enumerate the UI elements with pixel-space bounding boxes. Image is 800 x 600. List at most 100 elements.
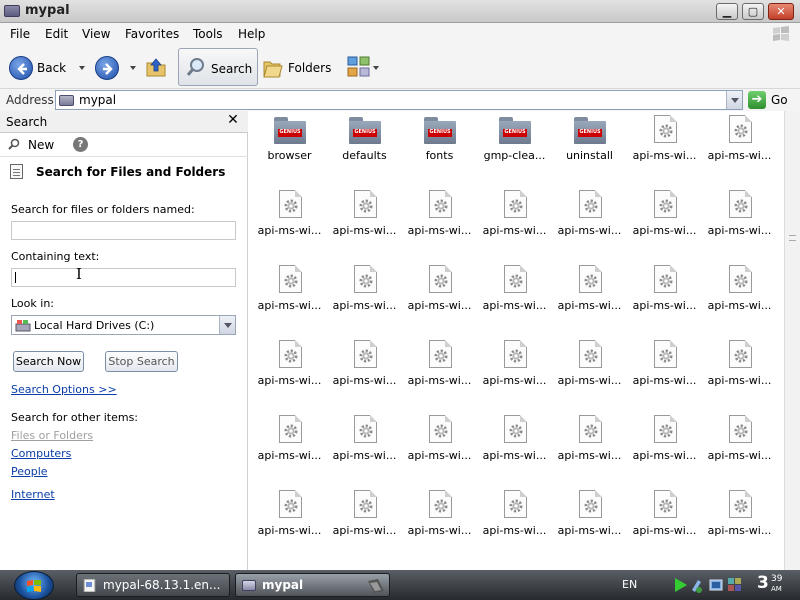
- named-input[interactable]: [11, 221, 236, 240]
- file-item[interactable]: api-ms-wi...: [552, 486, 627, 556]
- dll-file-icon: [429, 490, 452, 518]
- file-item[interactable]: api-ms-wi...: [477, 486, 552, 556]
- menu-help[interactable]: Help: [238, 27, 265, 41]
- language-indicator[interactable]: EN: [622, 578, 637, 591]
- file-item[interactable]: api-ms-wi...: [252, 411, 327, 481]
- views-dropdown-icon[interactable]: [373, 66, 379, 70]
- file-item[interactable]: api-ms-wi...: [477, 186, 552, 256]
- computers-link[interactable]: Computers: [11, 447, 71, 460]
- file-item[interactable]: api-ms-wi...: [552, 336, 627, 406]
- file-item[interactable]: api-ms-wi...: [702, 486, 777, 556]
- scrollbar-grip[interactable]: [789, 235, 796, 241]
- file-item[interactable]: api-ms-wi...: [552, 261, 627, 331]
- go-button[interactable]: Go: [771, 93, 788, 107]
- file-name: api-ms-wi...: [632, 224, 697, 237]
- file-name: api-ms-wi...: [482, 374, 547, 387]
- menu-view[interactable]: View: [82, 27, 110, 41]
- dll-file-icon: [504, 415, 527, 443]
- file-item[interactable]: api-ms-wi...: [702, 336, 777, 406]
- document-icon: [83, 579, 96, 592]
- file-item[interactable]: api-ms-wi...: [477, 336, 552, 406]
- file-item[interactable]: api-ms-wi...: [327, 486, 402, 556]
- containing-text-input[interactable]: [11, 268, 236, 287]
- dll-file-icon: [654, 115, 677, 143]
- file-item[interactable]: api-ms-wi...: [327, 411, 402, 481]
- taskbar-item-mypal[interactable]: mypal: [235, 573, 390, 597]
- menu-edit[interactable]: Edit: [45, 27, 68, 41]
- stop-search-button[interactable]: Stop Search: [105, 351, 178, 372]
- file-item[interactable]: api-ms-wi...: [627, 486, 702, 556]
- vertical-scrollbar[interactable]: [784, 111, 800, 570]
- file-item[interactable]: api-ms-wi...: [702, 186, 777, 256]
- file-item[interactable]: api-ms-wi...: [627, 411, 702, 481]
- file-item[interactable]: api-ms-wi...: [477, 261, 552, 331]
- forward-button[interactable]: [95, 56, 119, 80]
- back-label[interactable]: Back: [37, 61, 66, 75]
- file-item[interactable]: api-ms-wi...: [627, 186, 702, 256]
- folders-icon[interactable]: [262, 57, 284, 79]
- folder-item[interactable]: GENIUS defaults: [327, 111, 402, 181]
- file-item[interactable]: api-ms-wi...: [552, 186, 627, 256]
- lookin-dropdown-button[interactable]: [219, 316, 235, 334]
- menu-file[interactable]: File: [10, 27, 30, 41]
- file-item[interactable]: api-ms-wi...: [702, 111, 777, 181]
- back-button[interactable]: [9, 56, 33, 80]
- close-button[interactable]: ✕: [768, 3, 794, 20]
- file-item[interactable]: api-ms-wi...: [702, 261, 777, 331]
- file-item[interactable]: api-ms-wi...: [402, 486, 477, 556]
- folders-label[interactable]: Folders: [288, 61, 331, 75]
- file-item[interactable]: api-ms-wi...: [477, 411, 552, 481]
- file-item[interactable]: api-ms-wi...: [327, 261, 402, 331]
- folder-item[interactable]: GENIUS uninstall: [552, 111, 627, 181]
- search-toolbar-button[interactable]: Search: [178, 48, 258, 86]
- lookin-label: Look in:: [11, 297, 54, 310]
- minimize-button[interactable]: ▁: [716, 3, 738, 20]
- hard-drive-icon: [15, 320, 31, 332]
- search-pane-close-icon[interactable]: ✕: [226, 112, 240, 128]
- menu-tools[interactable]: Tools: [193, 27, 223, 41]
- gear-icon: [734, 499, 748, 513]
- file-item[interactable]: api-ms-wi...: [402, 186, 477, 256]
- go-arrow-icon[interactable]: ➔: [748, 91, 766, 109]
- clock[interactable]: 3 39 AM: [757, 573, 782, 593]
- file-name: api-ms-wi...: [707, 374, 772, 387]
- help-icon[interactable]: ?: [73, 137, 88, 152]
- file-item[interactable]: api-ms-wi...: [627, 111, 702, 181]
- search-now-button[interactable]: Search Now: [13, 351, 84, 372]
- address-dropdown-button[interactable]: [726, 91, 742, 109]
- file-item[interactable]: api-ms-wi...: [702, 411, 777, 481]
- taskbar-item-mypal-folder[interactable]: mypal-68.13.1.en...: [76, 573, 230, 597]
- file-item[interactable]: api-ms-wi...: [327, 186, 402, 256]
- file-item[interactable]: api-ms-wi...: [327, 336, 402, 406]
- internet-link[interactable]: Internet: [11, 488, 55, 501]
- file-item[interactable]: api-ms-wi...: [627, 261, 702, 331]
- lookin-select[interactable]: Local Hard Drives (C:): [11, 315, 236, 335]
- maximize-button[interactable]: ▢: [742, 3, 764, 20]
- file-item[interactable]: api-ms-wi...: [252, 336, 327, 406]
- file-item[interactable]: api-ms-wi...: [552, 411, 627, 481]
- search-options-link[interactable]: Search Options >>: [11, 383, 117, 396]
- menu-favorites[interactable]: Favorites: [125, 27, 179, 41]
- file-name: api-ms-wi...: [632, 149, 697, 162]
- views-icon[interactable]: [347, 56, 371, 78]
- file-item[interactable]: api-ms-wi...: [402, 336, 477, 406]
- system-tray-icons[interactable]: [672, 576, 752, 594]
- file-item[interactable]: api-ms-wi...: [402, 411, 477, 481]
- folder-item[interactable]: GENIUS gmp-clea...: [477, 111, 552, 181]
- file-item[interactable]: api-ms-wi...: [252, 261, 327, 331]
- folder-item[interactable]: GENIUS fonts: [402, 111, 477, 181]
- address-input[interactable]: mypal: [55, 90, 743, 110]
- folder-item[interactable]: GENIUS browser: [252, 111, 327, 181]
- new-search-button[interactable]: New: [28, 138, 54, 152]
- forward-dropdown-icon[interactable]: [130, 66, 136, 70]
- file-item[interactable]: api-ms-wi...: [627, 336, 702, 406]
- back-dropdown-icon[interactable]: [79, 66, 85, 70]
- dll-file-icon: [279, 490, 302, 518]
- file-item[interactable]: api-ms-wi...: [252, 186, 327, 256]
- file-item[interactable]: api-ms-wi...: [252, 486, 327, 556]
- file-item[interactable]: api-ms-wi...: [402, 261, 477, 331]
- folder-up-icon[interactable]: [144, 55, 168, 79]
- people-link[interactable]: People: [11, 465, 48, 478]
- folder-brand-label: GENIUS: [279, 129, 301, 135]
- start-button[interactable]: [14, 571, 54, 600]
